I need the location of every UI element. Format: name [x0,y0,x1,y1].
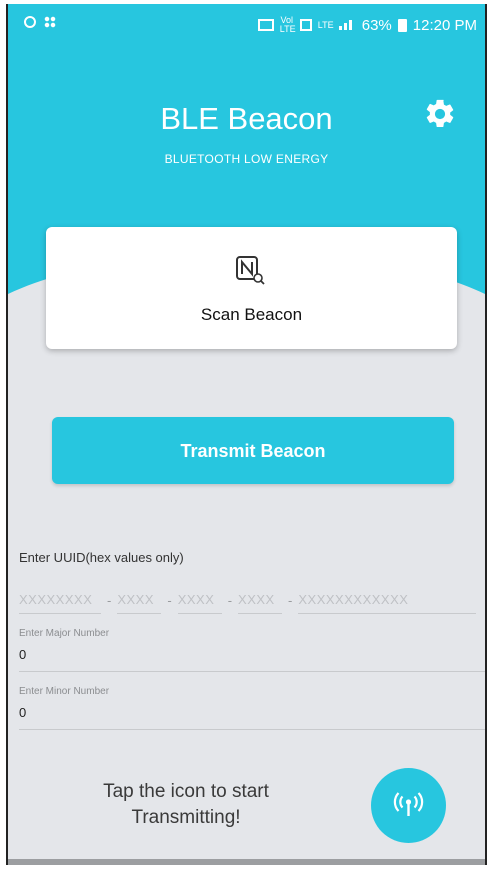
bottom-edge [8,859,485,865]
uuid-field-1[interactable]: XXXXXXXX [19,592,101,614]
app-title: BLE Beacon [160,101,333,136]
nfc-search-icon [234,254,266,286]
app-subtitle: BLUETOOTH LOW ENERGY [164,152,329,166]
cast-icon [257,19,274,31]
minor-number-field[interactable]: Enter Minor Number 0 [19,686,485,730]
app-screen: Vol LTE LTE 63% 12:20 PM BLE Beacon BLUE… [6,4,487,865]
minor-number-underline [19,729,485,730]
notification-icon [24,16,36,28]
transmit-hint: Tap the icon to start Transmitting! [56,779,316,831]
uuid-separator: - [227,593,233,608]
status-left-icons [24,16,56,28]
transmit-hint-line-1: Tap the icon to start [103,781,269,802]
major-number-field[interactable]: Enter Major Number 0 [19,628,485,672]
uuid-label: Enter UUID(hex values only) [19,550,184,565]
uuid-field-3[interactable]: XXXX [177,592,222,614]
major-number-underline [19,671,485,672]
scan-beacon-card[interactable]: Scan Beacon [46,227,457,349]
uuid-input-row: XXXXXXXX - XXXX - XXXX - XXXX - XXXXXXXX… [19,584,485,614]
uuid-field-2[interactable]: XXXX [117,592,162,614]
gear-icon[interactable] [423,97,457,131]
major-number-value[interactable]: 0 [19,647,485,662]
apps-icon [44,16,56,28]
uuid-separator: - [167,593,172,608]
lte-icon: LTE [317,19,334,30]
scan-beacon-label: Scan Beacon [200,305,303,324]
battery-icon [397,18,407,32]
uuid-field-5[interactable]: XXXXXXXXXXXX [298,592,477,614]
sim-icon [299,19,312,31]
battery-percent: 63% [361,16,392,34]
broadcast-fab-button[interactable] [371,768,446,843]
transmit-beacon-button[interactable]: Transmit Beacon [52,417,454,484]
minor-number-value[interactable]: 0 [19,705,485,720]
status-time: 12:20 PM [412,16,477,34]
uuid-field-4[interactable]: XXXX [238,592,283,614]
minor-number-label: Enter Minor Number [19,686,110,697]
transmit-hint-line-2: Transmitting! [131,807,241,828]
status-bar: Vol LTE LTE 63% 12:20 PM [8,4,485,44]
uuid-separator: - [288,593,293,608]
volte-icon: Vol LTE [279,15,296,34]
major-number-label: Enter Major Number [19,628,110,639]
status-right-icons: Vol LTE LTE 63% 12:20 PM [257,15,477,34]
transmit-beacon-label: Transmit Beacon [180,441,326,461]
signal-icon [338,17,356,34]
broadcast-icon [393,792,424,816]
uuid-separator: - [107,593,112,608]
